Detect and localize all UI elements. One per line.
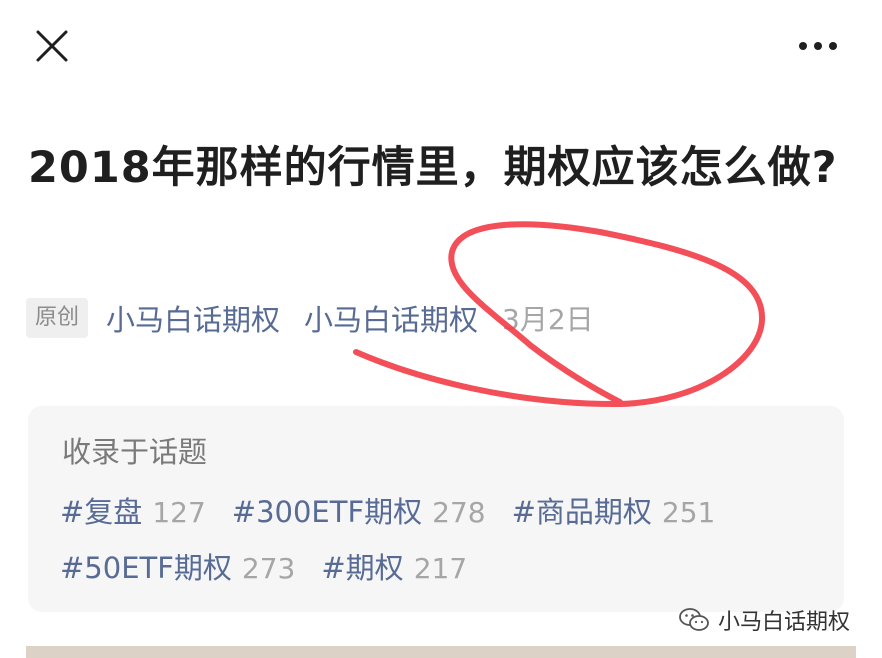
topic-name: #300ETF期权	[231, 495, 423, 529]
topics-row: #复盘 127 #300ETF期权 278 #商品期权 251	[60, 490, 741, 530]
topic-tag[interactable]: #期权 217	[321, 545, 467, 587]
watermark: 小马白话期权	[678, 602, 850, 638]
topic-name: #商品期权	[511, 495, 652, 529]
topic-tag[interactable]: #商品期权 251	[512, 489, 716, 531]
watermark-text: 小马白话期权	[718, 610, 851, 635]
close-button[interactable]	[34, 28, 70, 64]
topic-count: 217	[413, 552, 468, 585]
original-badge: 原创	[26, 298, 89, 338]
topic-count: 251	[661, 496, 716, 529]
more-button[interactable]	[796, 36, 842, 56]
publish-date: 3月2日	[502, 303, 594, 336]
topic-count: 273	[241, 552, 296, 585]
account-link[interactable]: 小马白话期权	[304, 297, 478, 339]
topic-count: 127	[152, 496, 206, 529]
topics-card: 收录于话题 #复盘 127 #300ETF期权 278 #商品期权 251 #5…	[28, 406, 844, 612]
topic-name: #期权	[321, 551, 404, 585]
wechat-icon	[679, 608, 709, 631]
topic-tag[interactable]: #复盘 127	[60, 489, 206, 531]
topic-tag[interactable]: #300ETF期权 278	[232, 489, 486, 531]
article-meta: 原创 小马白话期权 小马白话期权 3月2日	[26, 296, 594, 340]
close-icon	[36, 30, 68, 62]
topic-name: #复盘	[60, 495, 143, 529]
topic-name: #50ETF期权	[60, 551, 232, 585]
content-image-edge	[26, 646, 856, 658]
topic-tag[interactable]: #50ETF期权 273	[60, 545, 295, 587]
topics-row: #50ETF期权 273 #期权 217	[60, 546, 493, 586]
topics-heading: 收录于话题	[62, 435, 208, 469]
topic-count: 278	[432, 496, 486, 529]
more-icon	[799, 42, 837, 50]
article-title: 2018年那样的行情里，期权应该怎么做?	[28, 143, 838, 193]
author-link[interactable]: 小马白话期权	[106, 297, 280, 339]
